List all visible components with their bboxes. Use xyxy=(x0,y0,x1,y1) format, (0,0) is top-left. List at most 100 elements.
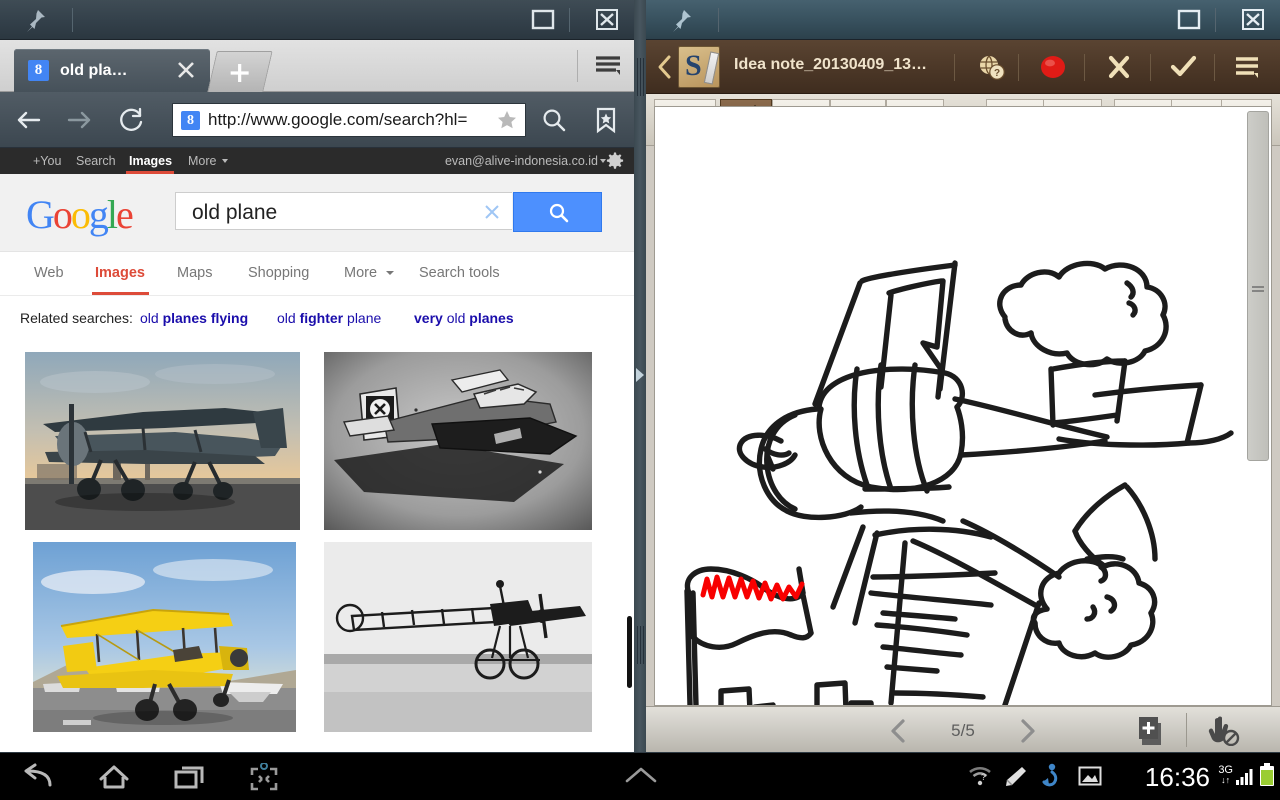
menu-icon[interactable] xyxy=(1232,53,1262,81)
window-splitter[interactable] xyxy=(634,0,646,752)
tab-more[interactable]: More xyxy=(344,265,377,281)
reload-icon[interactable] xyxy=(118,106,146,134)
titlebar-divider-2 xyxy=(569,8,570,32)
logo-char-4: l xyxy=(106,192,118,237)
google-search-button[interactable] xyxy=(513,192,602,232)
split-handle-top[interactable] xyxy=(637,58,644,96)
google-vertical-tabs: Web Images Maps Shopping More Search too… xyxy=(0,252,634,296)
url-favicon-google: 8 xyxy=(181,110,200,130)
palm-rejection-icon[interactable] xyxy=(1206,714,1240,747)
gear-icon[interactable] xyxy=(606,152,624,170)
back-chevron-icon[interactable] xyxy=(656,54,674,80)
recents-icon[interactable] xyxy=(172,763,208,796)
gnav-plus-you[interactable]: +You xyxy=(33,154,61,168)
title-divider-5 xyxy=(1214,54,1215,81)
tab-title: old pla… xyxy=(60,61,128,79)
gnav-search[interactable]: Search xyxy=(76,154,116,168)
related-search-0[interactable]: old planes flying xyxy=(140,310,248,326)
next-page-icon[interactable] xyxy=(1016,718,1040,744)
related-search-2[interactable]: very old planes xyxy=(414,310,514,326)
network-type: 3G ↓↑ xyxy=(1218,765,1233,786)
snote-app-icon: S xyxy=(678,46,720,88)
cancel-icon[interactable] xyxy=(1104,53,1134,81)
pin-icon[interactable] xyxy=(668,8,694,34)
related-searches-label: Related searches: xyxy=(20,310,133,326)
svg-text:?: ? xyxy=(981,772,986,782)
clear-query-icon[interactable] xyxy=(484,204,500,220)
image-result-2[interactable] xyxy=(33,542,296,732)
image-result-1[interactable] xyxy=(324,352,592,530)
home-icon[interactable] xyxy=(96,763,132,796)
battery-level xyxy=(1261,770,1273,785)
gnav-images[interactable]: Images xyxy=(129,154,172,168)
google-account-email[interactable]: evan@alive-indonesia.co.id xyxy=(445,154,598,168)
restore-icon[interactable] xyxy=(530,8,556,32)
close-icon[interactable] xyxy=(1240,8,1266,32)
logo-char-3: g xyxy=(88,192,109,237)
battery-tip xyxy=(1264,763,1270,766)
signal-icon xyxy=(1236,767,1254,785)
search-icon[interactable] xyxy=(540,106,568,134)
split-handle-bottom[interactable] xyxy=(637,626,644,664)
bookmark-star-icon[interactable] xyxy=(496,109,518,131)
logo-char-1: o xyxy=(52,192,73,237)
url-text: http://www.google.com/search?hl= xyxy=(208,110,468,129)
title-divider-3 xyxy=(1084,54,1085,81)
browser-window: 8 old pla… 8 http://www.google.com/searc… xyxy=(0,0,634,752)
globe-help-icon[interactable]: ? xyxy=(976,53,1006,81)
google-search-input[interactable]: old plane xyxy=(175,192,512,230)
new-tab-button[interactable] xyxy=(207,51,273,92)
page-bar-divider xyxy=(1186,713,1187,747)
tab-close-icon[interactable] xyxy=(176,60,196,80)
multiwindow-tray-icon[interactable] xyxy=(622,763,660,794)
pin-icon[interactable] xyxy=(22,8,48,34)
back-arrow-icon[interactable] xyxy=(14,106,42,134)
close-icon[interactable] xyxy=(594,8,620,32)
bookmarks-icon[interactable] xyxy=(592,106,620,134)
expand-arrow-icon[interactable] xyxy=(636,368,644,382)
google-logo[interactable]: Google xyxy=(26,191,134,238)
svg-text:?: ? xyxy=(994,68,1000,79)
tab-images[interactable]: Images xyxy=(95,265,145,281)
browser-menu-icon[interactable] xyxy=(594,54,622,78)
snote-app-titlebar: S Idea note_20130409_13… ? xyxy=(646,40,1280,94)
url-input[interactable]: 8 http://www.google.com/search?hl= xyxy=(172,103,526,137)
tab-maps[interactable]: Maps xyxy=(177,265,212,281)
record-icon[interactable] xyxy=(1038,53,1068,81)
snote-window-titlebar xyxy=(646,0,1280,40)
restore-icon[interactable] xyxy=(1176,8,1202,32)
titlebar-divider xyxy=(72,8,73,32)
tab-shopping[interactable]: Shopping xyxy=(248,265,309,281)
confirm-icon[interactable] xyxy=(1168,53,1198,81)
google-account-nav: +You Search Images More evan@alive-indon… xyxy=(0,148,634,174)
related-searches-row: Related searches: old planes flying old … xyxy=(0,296,634,340)
snote-page-bar: 5/5 xyxy=(646,706,1280,752)
canvas-scrollbar[interactable] xyxy=(1247,111,1269,461)
logo-char-5: e xyxy=(116,192,134,237)
note-title-text[interactable]: Idea note_20130409_13… xyxy=(734,56,927,74)
add-page-icon[interactable] xyxy=(1137,715,1169,747)
google-query-text: old plane xyxy=(192,201,278,224)
tab-search-tools[interactable]: Search tools xyxy=(419,265,500,281)
browser-url-toolbar: 8 http://www.google.com/search?hl= xyxy=(0,92,634,148)
titlebar-divider xyxy=(718,8,719,32)
page-scrollbar[interactable] xyxy=(627,616,632,688)
back-icon[interactable] xyxy=(20,763,56,796)
title-divider-1 xyxy=(954,54,955,81)
title-divider-2 xyxy=(1018,54,1019,81)
toolbar-divider xyxy=(577,50,578,82)
screenshot-icon[interactable] xyxy=(246,762,282,798)
tab-web[interactable]: Web xyxy=(34,265,64,281)
image-result-0[interactable] xyxy=(25,352,300,530)
gnav-more[interactable]: More xyxy=(188,154,216,168)
image-results-grid xyxy=(0,340,634,740)
browser-window-titlebar xyxy=(0,0,634,40)
related-search-1[interactable]: old fighter plane xyxy=(277,310,381,326)
image-result-3[interactable] xyxy=(324,542,592,732)
browser-tab-active[interactable]: 8 old pla… xyxy=(14,49,210,92)
title-divider-4 xyxy=(1150,54,1151,81)
forward-arrow-icon[interactable] xyxy=(66,106,94,134)
plus-icon xyxy=(228,61,252,85)
snote-canvas[interactable] xyxy=(654,106,1272,706)
sync-icon xyxy=(1040,763,1064,792)
